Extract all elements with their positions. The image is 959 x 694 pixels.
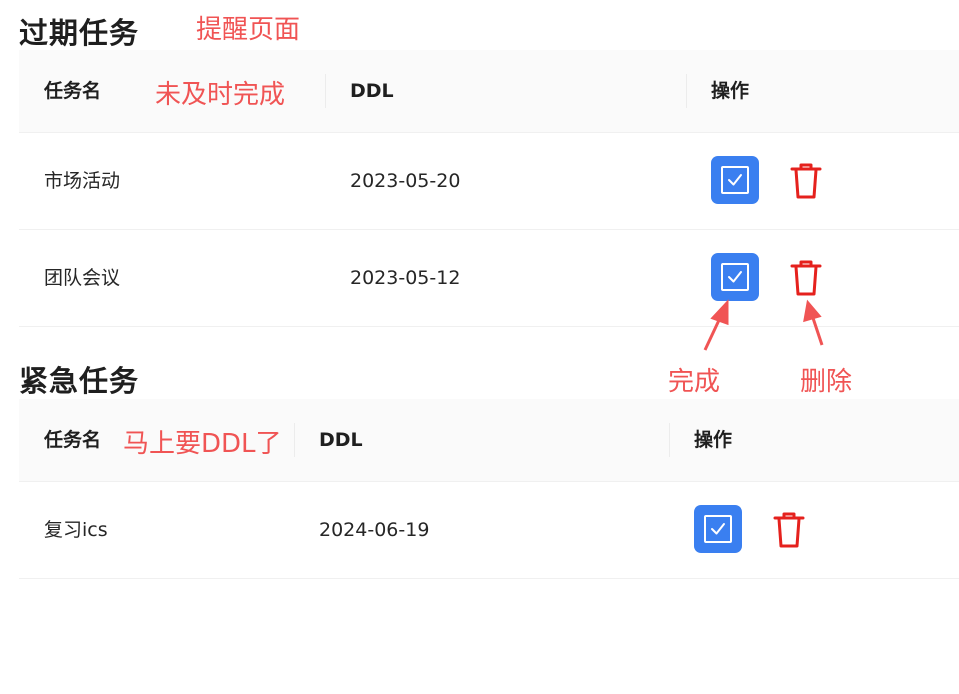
table-row: 市场活动 2023-05-20 <box>19 133 959 230</box>
task-ddl: 2024-06-19 <box>319 519 430 541</box>
column-divider <box>669 423 670 457</box>
trash-icon <box>790 260 822 296</box>
column-header-ddl: DDL <box>319 429 363 451</box>
annotation-urgent-note: 马上要DDL了 <box>123 429 282 459</box>
task-ddl: 2023-05-20 <box>350 170 461 192</box>
check-mark-icon <box>711 523 725 535</box>
overdue-table-header: 任务名 未及时完成 DDL 操作 <box>19 50 959 133</box>
column-header-name: 任务名 <box>44 80 102 102</box>
complete-button[interactable] <box>694 505 742 553</box>
column-header-ddl: DDL <box>350 80 394 102</box>
overdue-section-title: 过期任务 <box>19 16 140 50</box>
delete-button[interactable] <box>789 259 823 297</box>
delete-button[interactable] <box>789 162 823 200</box>
trash-icon <box>790 163 822 199</box>
complete-button[interactable] <box>711 156 759 204</box>
urgent-section-title: 紧急任务 <box>19 364 140 398</box>
task-name: 市场活动 <box>44 170 121 192</box>
annotation-complete: 完成 <box>668 367 721 397</box>
task-name: 团队会议 <box>44 267 121 289</box>
annotation-page: 提醒页面 <box>196 15 301 45</box>
urgent-table: 任务名 马上要DDL了 DDL 操作 复习ics 2024-06-19 <box>19 399 959 579</box>
column-header-actions: 操作 <box>694 429 733 451</box>
trash-icon <box>773 512 805 548</box>
complete-button[interactable] <box>711 253 759 301</box>
task-name: 复习ics <box>44 519 108 541</box>
annotation-overdue-note: 未及时完成 <box>155 80 286 110</box>
check-mark-icon <box>728 271 742 283</box>
annotation-delete: 删除 <box>800 367 853 397</box>
column-divider <box>686 74 687 108</box>
urgent-table-header: 任务名 马上要DDL了 DDL 操作 <box>19 399 959 482</box>
column-divider <box>325 74 326 108</box>
overdue-table: 任务名 未及时完成 DDL 操作 市场活动 2023-05-20 团队会议 20… <box>19 50 959 327</box>
delete-button[interactable] <box>772 511 806 549</box>
check-mark-icon <box>728 174 742 186</box>
column-header-actions: 操作 <box>711 80 750 102</box>
column-divider <box>294 423 295 457</box>
table-row: 团队会议 2023-05-12 <box>19 230 959 327</box>
column-header-name: 任务名 <box>44 429 102 451</box>
task-ddl: 2023-05-12 <box>350 267 461 289</box>
table-row: 复习ics 2024-06-19 <box>19 482 959 579</box>
